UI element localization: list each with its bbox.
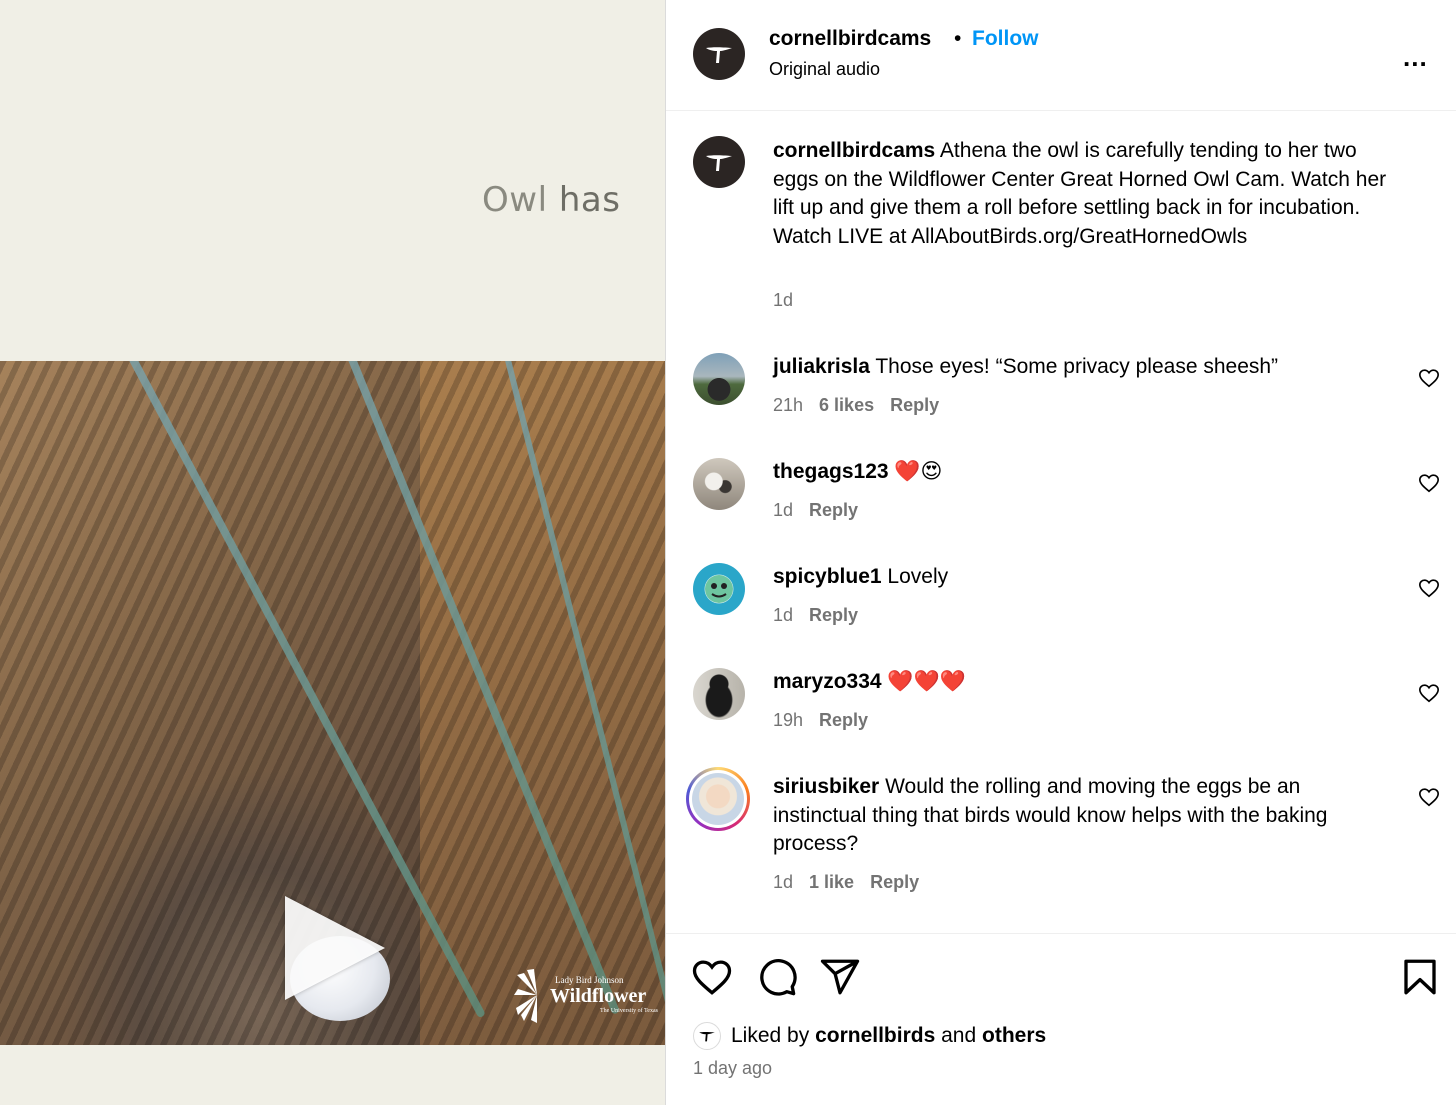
avatar[interactable] (693, 563, 745, 615)
caption-avatar[interactable] (693, 136, 745, 188)
story-ring[interactable] (686, 767, 750, 831)
liked-by-others[interactable]: others (982, 1024, 1046, 1048)
comment-time[interactable]: 1d (773, 872, 793, 892)
action-bar: Liked by cornellbirds and others 1 day a… (666, 933, 1456, 1105)
heart-icon[interactable] (1418, 786, 1440, 808)
video-watermark: Lady Bird Johnson Wildflower The Univers… (550, 975, 658, 1014)
avatar[interactable] (693, 28, 745, 80)
reply-button[interactable]: Reply (809, 500, 858, 520)
avatar[interactable] (693, 353, 745, 405)
bird-logo-icon (706, 47, 732, 63)
comment-username[interactable]: spicyblue1 (773, 565, 882, 588)
bookmark-icon[interactable] (1399, 956, 1441, 998)
comment-text: Lovely (887, 565, 949, 588)
comment-likes[interactable]: 6 likes (819, 395, 874, 415)
comment-username[interactable]: thegags123 (773, 460, 889, 483)
follow-button[interactable]: Follow (972, 27, 1039, 51)
post-panel: cornellbirdcams • Follow Original audio … (665, 0, 1456, 1105)
comment-text: ❤️😍 (894, 460, 943, 483)
bird-logo-icon (706, 155, 732, 171)
share-icon[interactable] (819, 956, 861, 998)
bird-logo-icon (699, 1031, 715, 1042)
avatar[interactable] (693, 668, 745, 720)
play-icon[interactable] (285, 896, 385, 1000)
heart-icon[interactable] (1418, 472, 1440, 494)
comment-icon[interactable] (756, 956, 798, 998)
reply-button[interactable]: Reply (819, 710, 868, 730)
comment-text: ❤️❤️❤️ (887, 670, 966, 693)
cartoon-avatar-icon (705, 575, 733, 603)
heart-icon[interactable] (1418, 577, 1440, 599)
liked-by-and: and (941, 1024, 977, 1047)
comment-username[interactable]: maryzo334 (773, 670, 882, 693)
liked-by: Liked by cornellbirds and others (693, 1022, 1046, 1050)
comment-likes[interactable]: 1 like (809, 872, 854, 892)
media-panel: Owl has Lady Bird Johnson Wildflower The… (0, 0, 665, 1105)
video-player[interactable] (0, 361, 665, 1045)
heart-icon[interactable] (691, 956, 733, 998)
caption-time[interactable]: 1d (773, 290, 793, 311)
more-icon[interactable]: ... (1403, 42, 1428, 73)
comment-time[interactable]: 1d (773, 605, 793, 625)
comment-username[interactable]: juliakrisla (773, 355, 870, 378)
reply-button[interactable]: Reply (890, 395, 939, 415)
liked-by-user[interactable]: cornellbirds (815, 1024, 935, 1048)
heart-icon[interactable] (1418, 682, 1440, 704)
avatar[interactable] (693, 458, 745, 510)
post-caption: cornellbirdcams Athena the owl is carefu… (773, 137, 1398, 251)
avatar (692, 773, 744, 825)
post-header: cornellbirdcams • Follow Original audio … (666, 0, 1456, 111)
header-username[interactable]: cornellbirdcams (769, 27, 931, 51)
liked-by-prefix: Liked by (731, 1024, 810, 1047)
comment-username[interactable]: siriusbiker (773, 775, 879, 798)
caption-username[interactable]: cornellbirdcams (773, 139, 935, 162)
reply-button[interactable]: Reply (809, 605, 858, 625)
header-separator: • (954, 27, 962, 50)
post-time[interactable]: 1 day ago (693, 1058, 772, 1079)
heart-icon[interactable] (1418, 367, 1440, 389)
video-overlay-caption: Owl has (482, 180, 621, 220)
comment-time[interactable]: 21h (773, 395, 803, 415)
liker-avatar[interactable] (693, 1022, 721, 1050)
reply-button[interactable]: Reply (870, 872, 919, 892)
comment-time[interactable]: 1d (773, 500, 793, 520)
audio-link[interactable]: Original audio (769, 59, 880, 80)
comment-time[interactable]: 19h (773, 710, 803, 730)
comment-text: Those eyes! “Some privacy please sheesh” (875, 355, 1279, 378)
